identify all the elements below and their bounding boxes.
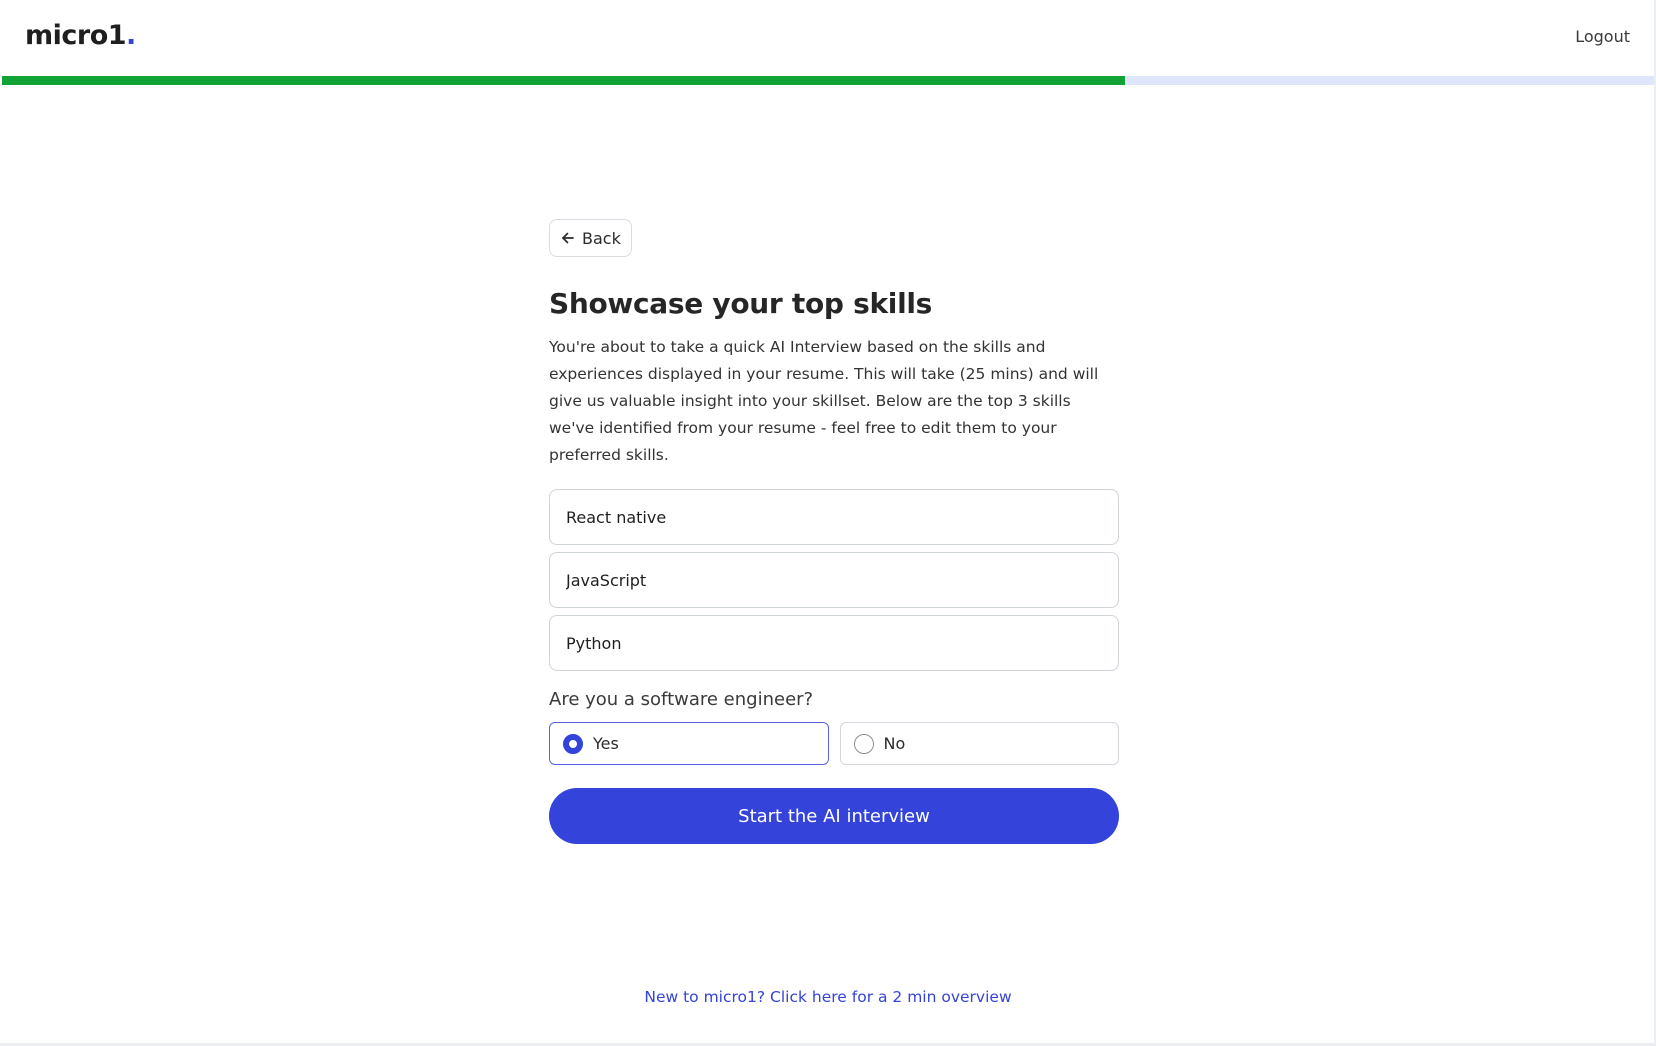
option-no-label: No bbox=[883, 734, 906, 753]
page-title: Showcase your top skills bbox=[549, 287, 933, 320]
radio-unchecked-icon[interactable] bbox=[853, 733, 874, 754]
software-engineer-question: Are you a software engineer? bbox=[549, 689, 814, 710]
logo-dot: . bbox=[126, 20, 136, 51]
progress-bar-fill bbox=[2, 76, 1126, 85]
micro1-logo: micro1. bbox=[25, 20, 136, 51]
option-yes[interactable]: Yes bbox=[549, 722, 829, 765]
radio-checked-icon[interactable] bbox=[563, 733, 583, 754]
option-no[interactable]: No bbox=[839, 722, 1119, 765]
skill-input-3[interactable] bbox=[549, 615, 1119, 671]
top-header: micro1. Logout bbox=[0, 0, 1654, 76]
app-root: micro1. Logout Back Showcase your top sk… bbox=[0, 0, 1656, 1046]
logo-text: micro1 bbox=[25, 20, 127, 51]
skill-input-2[interactable] bbox=[549, 552, 1119, 608]
option-yes-label: Yes bbox=[593, 734, 619, 753]
software-engineer-options: Yes No bbox=[549, 722, 1119, 765]
overview-link[interactable]: New to micro1? Click here for a 2 min ov… bbox=[0, 988, 1656, 1006]
back-button-label: Back bbox=[582, 228, 621, 248]
start-ai-interview-button[interactable]: Start the AI interview bbox=[549, 788, 1119, 844]
skills-list bbox=[549, 489, 1119, 671]
page-description: You're about to take a quick AI Intervie… bbox=[549, 338, 1099, 464]
progress-bar bbox=[2, 76, 1654, 85]
skills-form: Back Showcase your top skills You're abo… bbox=[549, 219, 1119, 844]
logout-link[interactable]: Logout bbox=[1575, 27, 1630, 46]
skill-input-1[interactable] bbox=[549, 489, 1119, 545]
arrow-left-icon bbox=[560, 230, 576, 246]
back-button[interactable]: Back bbox=[549, 219, 632, 257]
